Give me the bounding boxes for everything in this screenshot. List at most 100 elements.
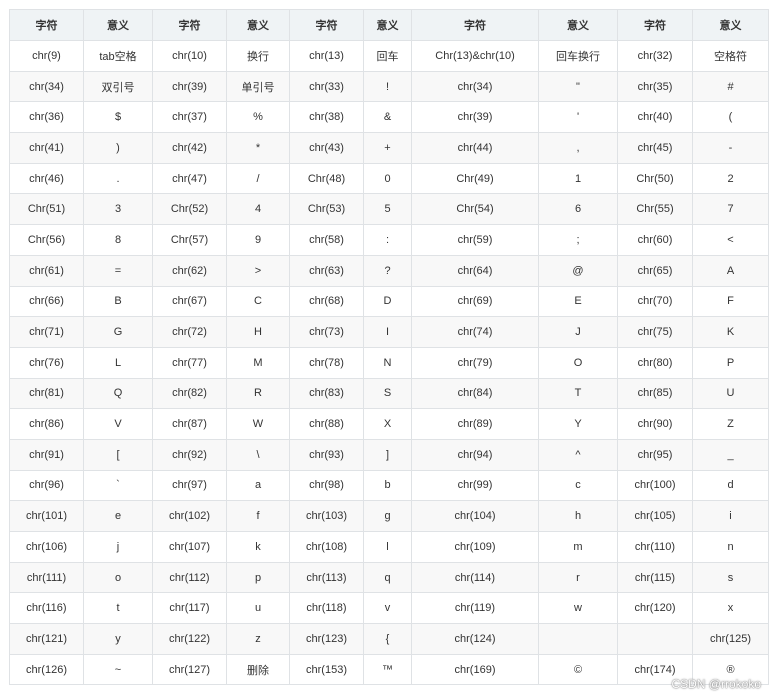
cell-char-code: [617, 623, 693, 655]
cell-meaning: chr(125): [692, 623, 769, 655]
cell-char-code: chr(70): [617, 285, 693, 318]
cell-char-code: chr(45): [617, 132, 693, 164]
cell-char-code: chr(153): [289, 653, 364, 686]
cell-char-code: chr(63): [289, 254, 364, 287]
table-row: chr(96) ` chr(97) a chr(98) b chr(99) c chr(100)…: [9, 469, 769, 502]
cell-char-code: chr(97): [152, 469, 227, 502]
cell-char-code: chr(66): [9, 285, 84, 318]
cell-char-code: chr(113): [289, 561, 364, 594]
cell-meaning: ™: [363, 653, 412, 686]
cell-meaning: a: [226, 469, 290, 502]
cell-meaning: X: [363, 408, 412, 440]
cell-meaning: r: [538, 561, 618, 594]
cell-meaning: 1: [538, 162, 618, 195]
cell-meaning: 回车: [363, 40, 412, 72]
cell-meaning: &: [363, 101, 412, 134]
header-meaning: 意义: [83, 9, 153, 41]
table-row: chr(91)[chr(92) \ chr(93)] chr(94) ^ chr(95) _: [9, 438, 769, 471]
cell-meaning: E: [538, 285, 618, 318]
cell-meaning: 9: [226, 224, 290, 256]
cell-meaning: g: [363, 500, 412, 532]
table-row: chr(9) tab空格 chr(10) 换行 chr(13) 回车 Chr(13)&chr…: [9, 40, 769, 72]
cell-char-code: chr(81): [9, 377, 84, 410]
cell-char-code: chr(116): [9, 592, 84, 625]
table-row: chr(36) $ chr(37)% chr(38) & chr(39) ' chr(40)(: [9, 101, 769, 134]
cell-meaning: Z: [692, 408, 769, 440]
cell-char-code: chr(68): [289, 285, 364, 318]
cell-meaning: h: [538, 500, 618, 532]
cell-char-code: chr(105): [617, 500, 693, 532]
header-char: 字符: [617, 9, 693, 41]
cell-char-code: chr(64): [411, 254, 539, 287]
cell-char-code: chr(34): [411, 70, 539, 103]
cell-meaning: ': [538, 101, 618, 134]
cell-meaning: q: [363, 561, 412, 594]
ascii-chr-table: 字符 意义 字符 意义 字符 意义 字符 意义 字符 意义 chr(9) tab空格 chr(10) 换…: [9, 9, 769, 686]
cell-meaning: +: [363, 132, 412, 164]
header-char: 字符: [411, 9, 539, 41]
cell-char-code: chr(40): [617, 101, 693, 134]
cell-meaning: $: [83, 101, 153, 134]
cell-char-code: chr(91): [9, 438, 84, 471]
cell-char-code: chr(39): [411, 101, 539, 134]
cell-meaning: [538, 623, 618, 655]
cell-meaning: ~: [83, 653, 153, 686]
cell-char-code: chr(41): [9, 132, 84, 164]
cell-char-code: chr(33): [289, 70, 364, 103]
cell-char-code: chr(37): [152, 101, 227, 134]
table-row: chr(106) j chr(107) k chr(108) l chr(109) m chr(…: [9, 531, 769, 563]
cell-meaning: \: [226, 438, 290, 471]
cell-char-code: Chr(50): [617, 162, 693, 195]
cell-meaning: P: [692, 346, 769, 379]
cell-meaning: #: [692, 70, 769, 103]
cell-meaning: z: [226, 623, 290, 655]
table-row: Chr(56) 8 Chr(57) 9 chr(58): chr(59); chr(60) <: [9, 224, 769, 256]
cell-char-code: chr(101): [9, 500, 84, 532]
table-row: chr(121) y chr(122) z chr(123){chr(124) chr(1…: [9, 623, 769, 655]
cell-char-code: chr(65): [617, 254, 693, 287]
cell-meaning: ": [538, 70, 618, 103]
header-meaning: 意义: [363, 9, 412, 41]
cell-meaning: I: [363, 316, 412, 348]
cell-meaning: >: [226, 254, 290, 287]
table-row: chr(76) Lchr(77) Mchr(78) Nchr(79) Ochr(80) P: [9, 346, 769, 379]
cell-char-code: chr(46): [9, 162, 84, 195]
cell-meaning: N: [363, 346, 412, 379]
cell-meaning: t: [83, 592, 153, 625]
cell-char-code: Chr(49): [411, 162, 539, 195]
cell-char-code: chr(38): [289, 101, 364, 134]
table-row: chr(101) e chr(102) f chr(103) g chr(104) h chr(…: [9, 500, 769, 532]
cell-char-code: chr(121): [9, 623, 84, 655]
cell-char-code: chr(39): [152, 70, 227, 103]
cell-char-code: chr(36): [9, 101, 84, 134]
cell-char-code: chr(47): [152, 162, 227, 195]
cell-char-code: chr(104): [411, 500, 539, 532]
cell-meaning: 2: [692, 162, 769, 195]
cell-char-code: chr(111): [9, 561, 84, 594]
cell-char-code: chr(95): [617, 438, 693, 471]
cell-meaning: w: [538, 592, 618, 625]
cell-char-code: Chr(54): [411, 193, 539, 226]
cell-char-code: chr(69): [411, 285, 539, 318]
cell-char-code: chr(90): [617, 408, 693, 440]
cell-meaning: b: [363, 469, 412, 502]
cell-char-code: chr(67): [152, 285, 227, 318]
cell-meaning: -: [692, 132, 769, 164]
cell-meaning: u: [226, 592, 290, 625]
table-row: chr(61) = chr(62) > chr(63)? chr(64) @ chr(65) A: [9, 254, 769, 287]
cell-char-code: chr(126): [9, 653, 84, 686]
cell-meaning: f: [226, 500, 290, 532]
cell-meaning: T: [538, 377, 618, 410]
cell-meaning: M: [226, 346, 290, 379]
cell-meaning: tab空格: [83, 40, 153, 72]
cell-char-code: chr(78): [289, 346, 364, 379]
table-row: chr(66) Bchr(67) Cchr(68) Dchr(69) Echr(70) F: [9, 285, 769, 318]
cell-meaning: H: [226, 316, 290, 348]
cell-char-code: chr(107): [152, 531, 227, 563]
cell-meaning: S: [363, 377, 412, 410]
cell-char-code: chr(83): [289, 377, 364, 410]
cell-char-code: chr(124): [411, 623, 539, 655]
cell-meaning: Q: [83, 377, 153, 410]
cell-char-code: Chr(57): [152, 224, 227, 256]
cell-meaning: ?: [363, 254, 412, 287]
